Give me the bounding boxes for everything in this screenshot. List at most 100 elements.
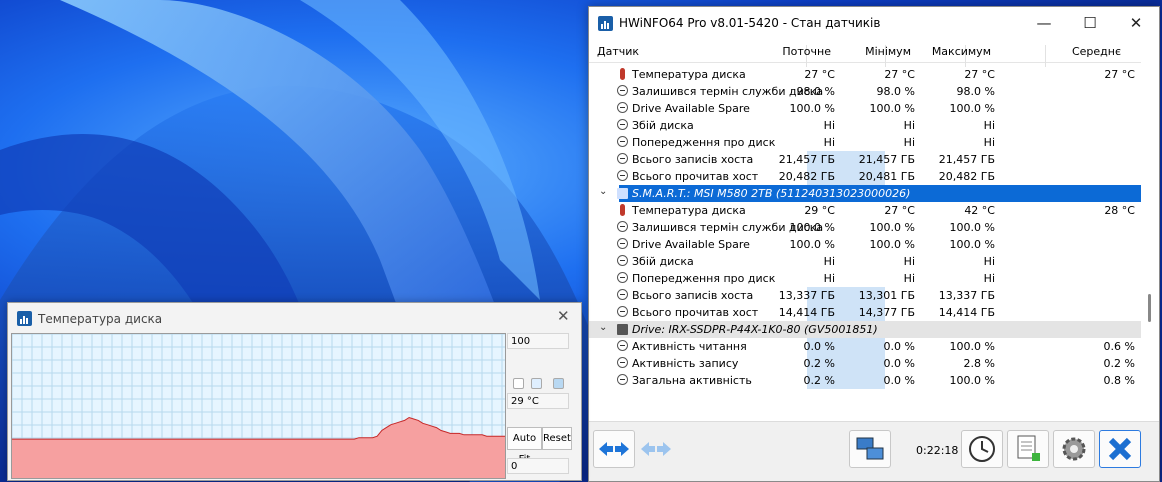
sensor-row[interactable]: Попередження про диск Ні Ні Ні — [589, 270, 1141, 287]
sensor-row[interactable]: Всього записів хоста 21,457 ГБ 21,457 ГБ 21… — [589, 151, 1141, 168]
exit-button[interactable] — [1099, 430, 1141, 468]
sensor-row[interactable]: Збій диска Ні Ні Ні — [589, 253, 1141, 270]
value-current: 29 °C — [804, 204, 835, 217]
reset-timer-button[interactable] — [961, 430, 1003, 468]
value-average: 0.2 % — [1103, 357, 1135, 370]
nav-arrows-disabled-button[interactable] — [635, 430, 677, 468]
value-maximum: 100.0 % — [949, 102, 995, 115]
sensor-label: Залишився термін служби диска — [632, 85, 824, 98]
graph-plot — [11, 333, 506, 479]
graph-option-checkbox-3[interactable] — [553, 378, 564, 389]
title-bar[interactable]: HWiNFO64 Pro v8.01-5420 - Стан датчиків … — [589, 7, 1159, 39]
sensor-row[interactable]: Температура диска 29 °C 27 °C 42 °C 28 °C — [589, 202, 1141, 219]
sensor-row[interactable]: Активність запису 0.2 % 0.0 % 2.8 % 0.2 % — [589, 355, 1141, 372]
network-button[interactable] — [849, 430, 891, 468]
value-maximum: Ні — [983, 136, 995, 149]
value-current: 0.0 % — [803, 340, 835, 353]
value-maximum: 42 °C — [964, 204, 995, 217]
reset-graph-button[interactable]: Reset — [542, 427, 572, 450]
sensor-row[interactable]: Drive Available Spare 100.0 % 100.0 % 100.0… — [589, 100, 1141, 117]
sensor-label: Всього записів хоста — [632, 289, 754, 302]
column-average[interactable]: Середнє — [1072, 45, 1121, 58]
sensor-row[interactable]: Всього записів хоста 13,337 ГБ 13,301 ГБ 13… — [589, 287, 1141, 304]
sensor-row[interactable]: Всього прочитав хост 20,482 ГБ 20,481 ГБ 20… — [589, 168, 1141, 185]
clock-icon — [969, 436, 995, 462]
clock-icon — [617, 102, 628, 113]
close-button[interactable]: ✕ — [1113, 7, 1159, 39]
column-sensor[interactable]: Датчик — [597, 45, 639, 58]
graph-min-value: 0 — [507, 458, 569, 474]
network-computers-icon — [856, 437, 884, 460]
sensor-group-header[interactable]: ⌄ Drive: IRX-SSDPR-P44X-1K0-80 (GV5001851… — [589, 321, 1141, 338]
vertical-scrollbar[interactable] — [1141, 40, 1159, 422]
maximize-button[interactable]: ☐ — [1067, 7, 1113, 39]
clock-icon — [617, 221, 628, 232]
temperature-area — [12, 417, 505, 478]
sensor-row[interactable]: Загальна активність 0.2 % 0.0 % 100.0 % 0.8 … — [589, 372, 1141, 389]
value-average: 0.8 % — [1103, 374, 1135, 387]
scrollbar-thumb[interactable] — [1148, 294, 1151, 322]
graph-option-checkbox-1[interactable] — [513, 378, 524, 389]
graph-max-value: 100 — [507, 333, 569, 349]
sensor-label: Попередження про диск — [632, 136, 776, 149]
value-maximum: 100.0 % — [949, 221, 995, 234]
auto-fit-button[interactable]: Auto Fit — [507, 427, 542, 465]
value-current: 0.2 % — [803, 357, 835, 370]
clock-icon — [617, 136, 628, 147]
bottom-toolbar: 0:22:18 — [589, 421, 1159, 481]
value-minimum: 21,457 ГБ — [858, 153, 915, 166]
value-maximum: 14,414 ГБ — [938, 306, 995, 319]
sensor-row[interactable]: Попередження про диск Ні Ні Ні — [589, 134, 1141, 151]
sensor-group-header[interactable]: ⌄ S.M.A.R.T.: MSI M580 2TB (5112403130230… — [599, 185, 1141, 202]
column-maximum[interactable]: Максимум — [932, 45, 991, 58]
sensor-row[interactable]: Всього прочитав хост 14,414 ГБ 14,377 ГБ 14… — [589, 304, 1141, 321]
sensor-row[interactable]: Збій диска Ні Ні Ні — [589, 117, 1141, 134]
value-current: 100.0 % — [789, 238, 835, 251]
value-maximum: 21,457 ГБ — [938, 153, 995, 166]
value-minimum: Ні — [903, 272, 915, 285]
hwinfo-sensor-window: HWiNFO64 Pro v8.01-5420 - Стан датчиків … — [588, 6, 1160, 482]
value-minimum: 27 °C — [884, 68, 915, 81]
value-minimum: Ні — [903, 119, 915, 132]
value-maximum: Ні — [983, 255, 995, 268]
sensor-label: Drive Available Spare — [632, 102, 750, 115]
settings-button[interactable] — [1053, 430, 1095, 468]
column-minimum[interactable]: Мінімум — [865, 45, 911, 58]
nav-arrows-button[interactable] — [593, 430, 635, 468]
logging-button[interactable] — [1007, 430, 1049, 468]
graph-option-checkbox-2[interactable] — [531, 378, 542, 389]
sensor-row[interactable]: Drive Available Spare 100.0 % 100.0 % 100.0… — [589, 236, 1141, 253]
value-current: Ні — [823, 272, 835, 285]
column-header: Датчик Поточне Мінімум Максимум Середнє — [589, 40, 1141, 67]
chevron-down-icon[interactable]: ⌄ — [599, 186, 607, 197]
value-maximum: 98.0 % — [956, 85, 995, 98]
temperature-graph — [12, 334, 505, 478]
clock-icon — [617, 119, 628, 130]
value-maximum: 100.0 % — [949, 374, 995, 387]
value-minimum: Ні — [903, 136, 915, 149]
clock-icon — [617, 85, 628, 96]
sensor-label: Всього записів хоста — [632, 153, 754, 166]
sensor-label: Всього прочитав хост — [632, 170, 759, 183]
value-minimum: Ні — [903, 255, 915, 268]
sensor-row[interactable]: Активність читання 0.0 % 0.0 % 100.0 % 0.6 % — [589, 338, 1141, 355]
sensor-row[interactable]: Температура диска 27 °C 27 °C 27 °C 27 °C — [589, 66, 1141, 83]
clock-icon — [617, 357, 628, 368]
value-maximum: Ні — [983, 119, 995, 132]
sensor-label: Drive Available Spare — [632, 238, 750, 251]
minimize-button[interactable]: — — [1021, 7, 1067, 39]
clock-icon — [617, 306, 628, 317]
thermometer-icon — [620, 68, 625, 80]
sensor-row[interactable]: Залишився термін служби диска 100.0 % 100.… — [589, 219, 1141, 236]
value-minimum: 0.0 % — [883, 357, 915, 370]
value-maximum: 27 °C — [964, 68, 995, 81]
graph-close-button[interactable]: ✕ — [557, 307, 570, 325]
column-current[interactable]: Поточне — [782, 45, 831, 58]
sensor-row[interactable]: Залишився термін служби диска 98.0 % 98.0 … — [589, 83, 1141, 100]
sensor-label: Активність читання — [632, 340, 747, 353]
temperature-graph-window: Температура диска ✕ 100 29 °C Auto Fit R… — [7, 302, 582, 481]
window-title: HWiNFO64 Pro v8.01-5420 - Стан датчиків — [619, 16, 881, 30]
value-average: 0.6 % — [1103, 340, 1135, 353]
chevron-down-icon[interactable]: ⌄ — [599, 322, 607, 333]
clock-icon — [617, 153, 628, 164]
